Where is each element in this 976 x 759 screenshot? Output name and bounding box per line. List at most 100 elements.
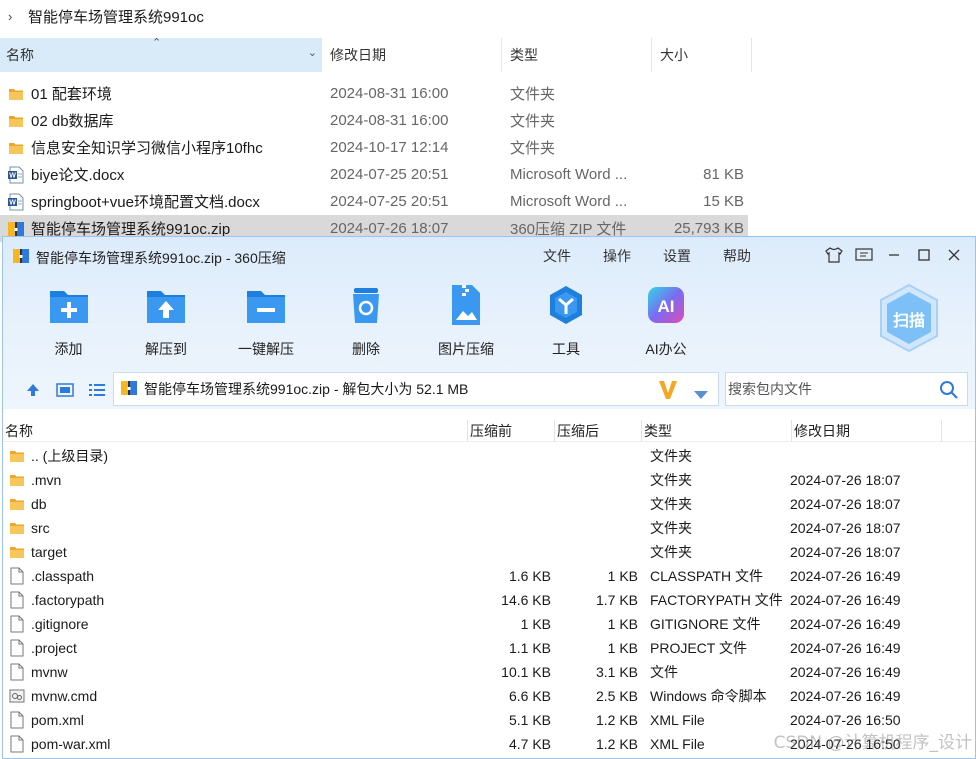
entry-type: 文件夹 [650, 520, 692, 536]
column-type[interactable]: 类型 [502, 38, 652, 72]
entry-date: 2024-07-26 16:49 [790, 688, 901, 704]
archive-column-header: 名称 压缩前 压缩后 类型 修改日期 [3, 419, 975, 442]
menu-file[interactable]: 文件 [543, 246, 571, 266]
one-click-extract-button[interactable]: 一键解压 [216, 283, 316, 359]
entry-date: 2024-07-26 18:07 [790, 544, 901, 560]
explorer-column-header: ⌃ 名称 ⌄ 修改日期 类型 大小 [0, 37, 976, 72]
thumbnail-view-icon[interactable] [49, 380, 81, 400]
extract-to-button[interactable]: 解压到 [116, 283, 216, 359]
entry-name: target [31, 544, 67, 560]
minimize-icon[interactable] [879, 243, 909, 267]
entry-size-after: 1 KB [607, 568, 638, 584]
entry-size-before: 14.6 KB [501, 592, 551, 608]
list-item[interactable]: W biye论文.docx 2024-07-25 20:51 Microsoft… [0, 161, 976, 188]
table-row[interactable]: .classpath 1.6 KB 1 KB CLASSPATH 文件 2024… [3, 564, 975, 588]
list-item[interactable]: 01 配套环境 2024-08-31 16:00 文件夹 [0, 80, 976, 107]
file-size: 25,793 KB [673, 220, 744, 237]
chevron-down-icon[interactable]: ⌄ [308, 46, 317, 59]
file-type: 文件夹 [510, 140, 556, 157]
column-name[interactable]: ⌃ 名称 ⌄ [0, 37, 322, 72]
close-icon[interactable] [939, 243, 969, 267]
menu-settings[interactable]: 设置 [663, 246, 691, 266]
entry-name: pom-war.xml [31, 736, 111, 752]
breadcrumb[interactable]: › 智能停车场管理系统991oc [0, 0, 976, 32]
delete-button[interactable]: 删除 [316, 283, 416, 359]
folder-icon [9, 471, 25, 489]
entry-type: XML File [650, 736, 705, 752]
add-button[interactable]: 添加 [21, 283, 116, 359]
svg-text:W: W [9, 172, 16, 179]
table-row[interactable]: .gitignore 1 KB 1 KB GITIGNORE 文件 2024-0… [3, 612, 975, 636]
table-row[interactable]: .factorypath 14.6 KB 1.7 KB FACTORYPATH … [3, 588, 975, 612]
search-input[interactable]: 搜索包内文件 [725, 372, 968, 406]
dropdown-arrow-icon[interactable] [694, 386, 708, 402]
scan-button[interactable]: 扫描 [877, 283, 941, 353]
menu-operation[interactable]: 操作 [603, 246, 631, 266]
entry-type: FACTORYPATH 文件 [650, 592, 783, 608]
entry-name-cell: pom.xml [3, 711, 468, 729]
image-compress-icon [444, 283, 488, 327]
search-placeholder: 搜索包内文件 [728, 381, 812, 397]
table-row[interactable]: .. (上级目录) 文件夹 [3, 444, 975, 468]
entry-size-before: 1.6 KB [508, 568, 551, 584]
folder-icon [9, 519, 25, 537]
entry-name: db [31, 496, 47, 512]
column-size-before[interactable]: 压缩前 [468, 419, 555, 442]
folder-icon [6, 139, 26, 157]
column-name[interactable]: 名称 [3, 419, 468, 442]
folder-icon [9, 447, 25, 465]
list-view-icon[interactable] [81, 380, 113, 400]
archive-file-list: .. (上级目录) 文件夹 .mvn 文件夹 2024-07-26 18:07 … [3, 444, 975, 756]
entry-size-after: 1.2 KB [595, 736, 638, 752]
file-name: biye论文.docx [31, 167, 125, 184]
column-date[interactable]: 修改日期 [792, 419, 942, 442]
entry-name: .gitignore [31, 616, 89, 632]
entry-name-cell: pom-war.xml [3, 735, 468, 753]
table-row[interactable]: src 文件夹 2024-07-26 18:07 [3, 516, 975, 540]
zip-archive-icon [6, 220, 26, 238]
skin-icon[interactable] [819, 243, 849, 267]
column-date[interactable]: 修改日期 [322, 38, 502, 72]
up-arrow-icon[interactable] [17, 380, 49, 400]
entry-name-cell: .classpath [3, 567, 468, 585]
entry-size-before: 1.1 KB [508, 640, 551, 656]
menu-help[interactable]: 帮助 [723, 246, 751, 266]
column-size[interactable]: 大小 [652, 38, 752, 72]
list-item[interactable]: W springboot+vue环境配置文档.docx 2024-07-25 2… [0, 188, 976, 215]
list-item[interactable]: 02 db数据库 2024-08-31 16:00 文件夹 [0, 107, 976, 134]
chevron-right-icon[interactable]: › [8, 9, 22, 24]
address-bar[interactable]: 智能停车场管理系统991oc.zip - 解包大小为 52.1 MB [113, 372, 719, 406]
table-row[interactable]: db 文件夹 2024-07-26 18:07 [3, 492, 975, 516]
entry-date: 2024-07-26 16:49 [790, 664, 901, 680]
file-icon [9, 639, 25, 657]
entry-size-before: 5.1 KB [508, 712, 551, 728]
table-row[interactable]: .project 1.1 KB 1 KB PROJECT 文件 2024-07-… [3, 636, 975, 660]
list-item[interactable]: 信息安全知识学习微信小程序10fhc 2024-10-17 12:14 文件夹 [0, 134, 976, 161]
image-compress-button[interactable]: 图片压缩 [416, 283, 516, 359]
search-icon[interactable] [939, 380, 959, 403]
column-type[interactable]: 类型 [642, 419, 792, 442]
file-date: 2024-10-17 12:14 [330, 139, 449, 156]
entry-date: 2024-07-26 16:49 [790, 592, 901, 608]
zip-archive-icon [12, 247, 30, 268]
feedback-icon[interactable] [849, 243, 879, 267]
v-logo-icon[interactable] [658, 379, 678, 404]
tools-button[interactable]: 工具 [516, 283, 616, 359]
breadcrumb-folder[interactable]: 智能停车场管理系统991oc [28, 6, 204, 27]
ai-office-button[interactable]: AI AI办公 [616, 283, 716, 359]
table-row[interactable]: mvnw 10.1 KB 3.1 KB 文件 2024-07-26 16:49 [3, 660, 975, 684]
table-row[interactable]: .mvn 文件夹 2024-07-26 18:07 [3, 468, 975, 492]
window-title: 智能停车场管理系统991oc.zip - 360压缩 [12, 247, 286, 268]
entry-name: src [31, 520, 50, 536]
entry-name: .factorypath [31, 592, 105, 608]
maximize-icon[interactable] [909, 243, 939, 267]
entry-name-cell: .project [3, 639, 468, 657]
file-name-cell: 01 配套环境 [0, 83, 330, 104]
column-size-after[interactable]: 压缩后 [555, 419, 642, 442]
entry-size-after: 3.1 KB [595, 664, 638, 680]
table-row[interactable]: target 文件夹 2024-07-26 18:07 [3, 540, 975, 564]
table-row[interactable]: mvnw.cmd 6.6 KB 2.5 KB Windows 命令脚本 2024… [3, 684, 975, 708]
entry-name-cell: mvnw [3, 663, 468, 681]
zip-archive-icon [120, 379, 138, 400]
file-type: Microsoft Word ... [510, 166, 628, 183]
